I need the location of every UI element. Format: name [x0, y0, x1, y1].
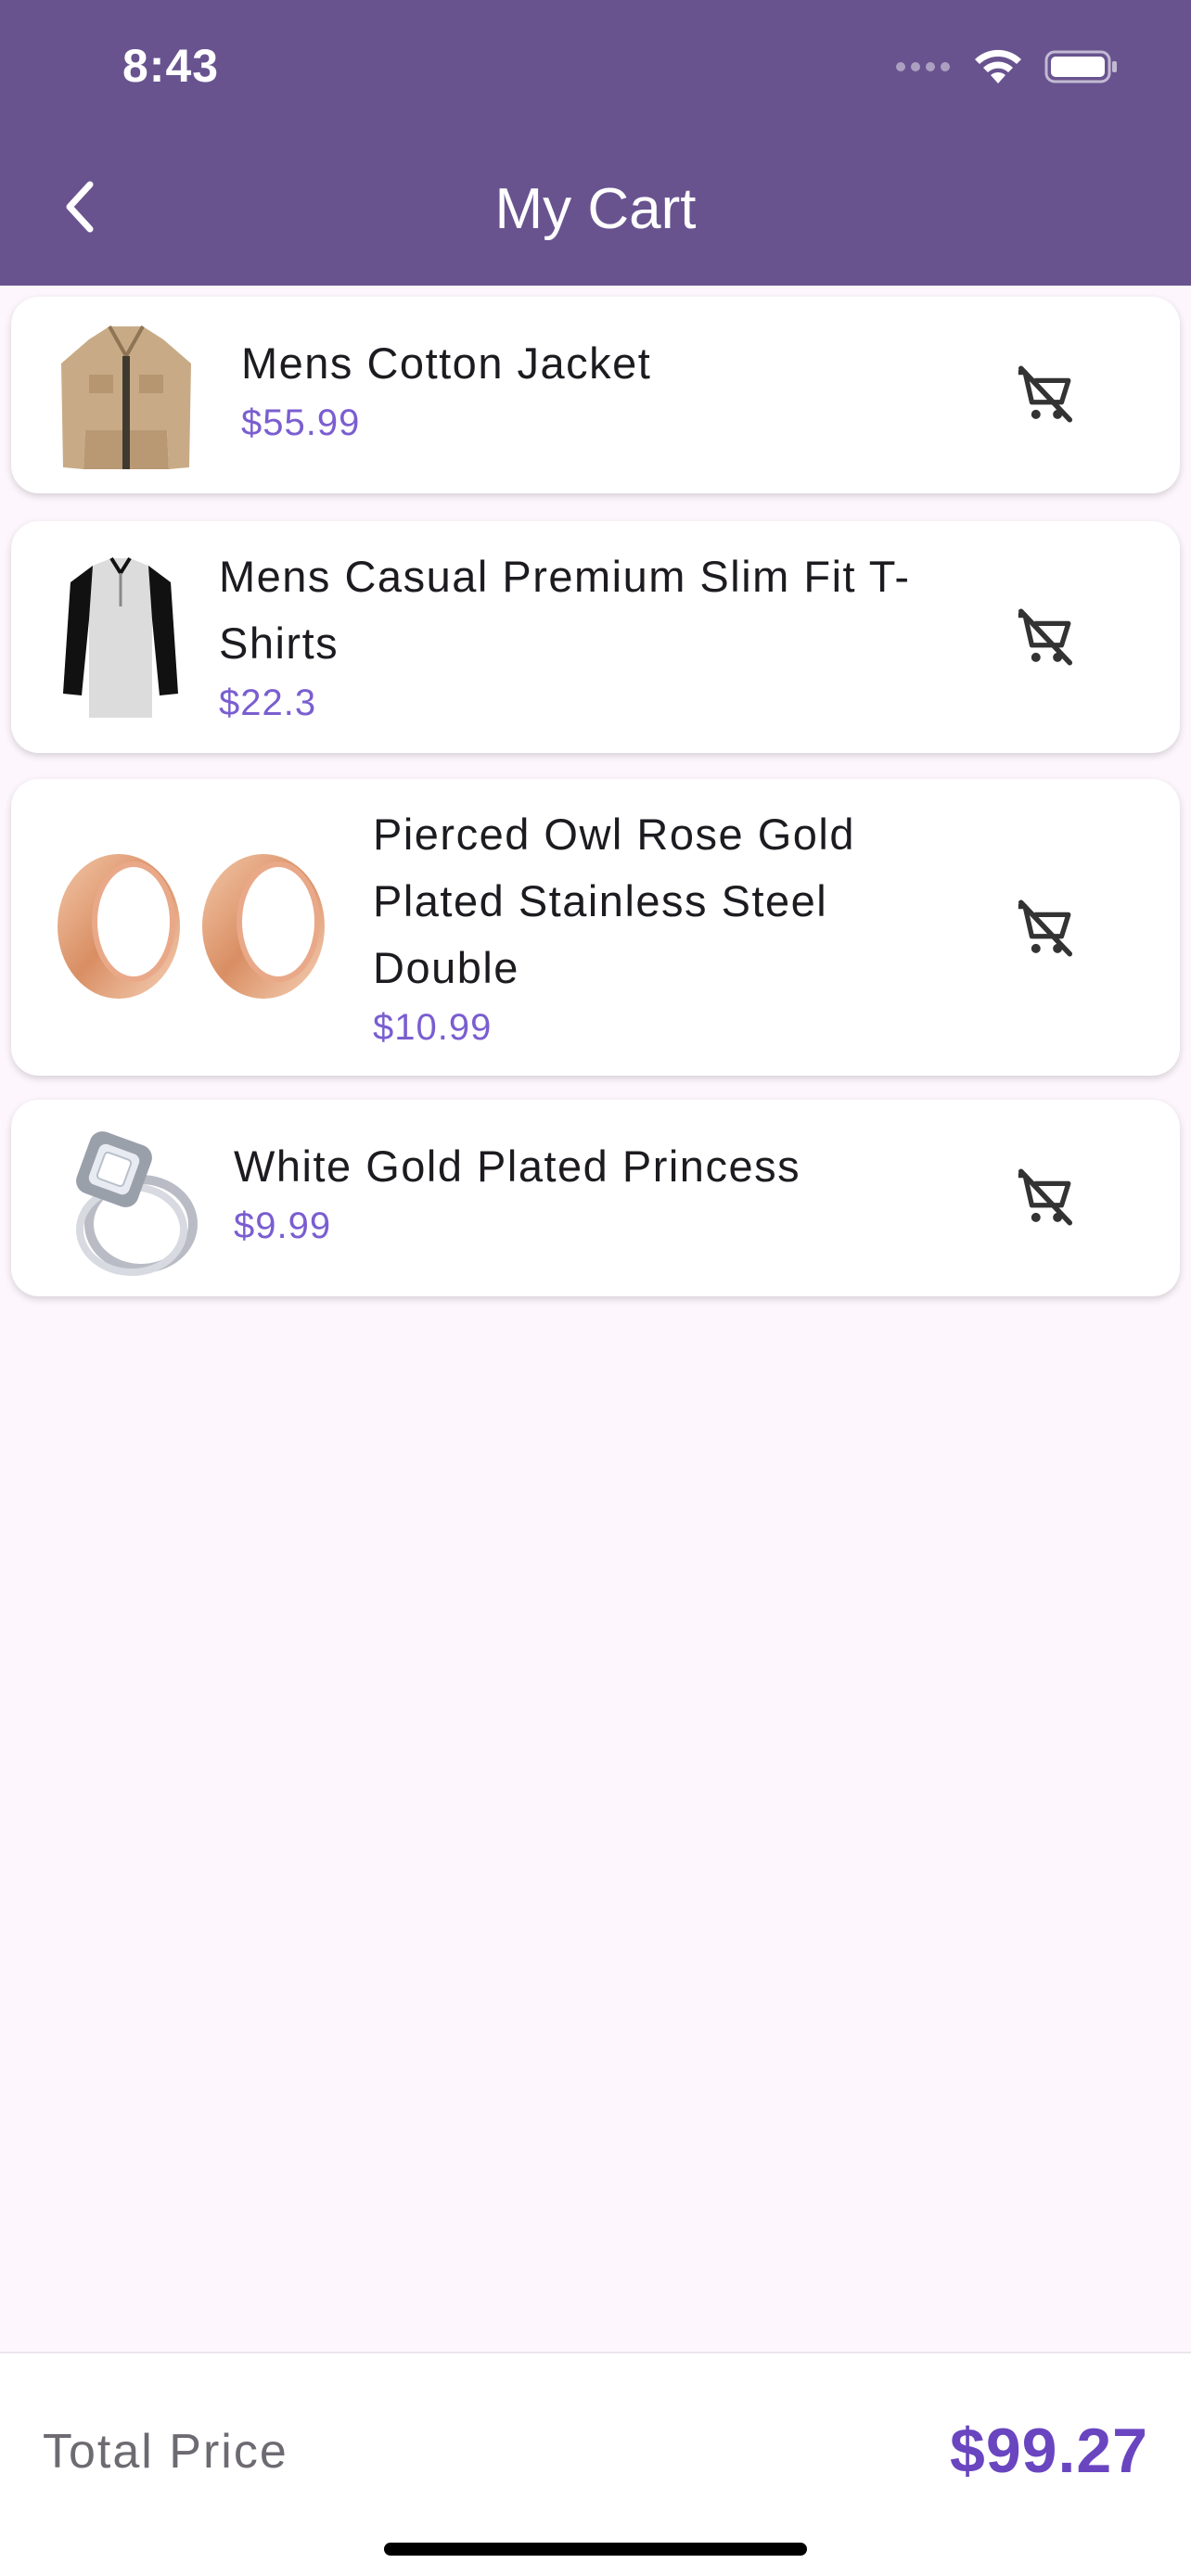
- remove-from-cart-button[interactable]: [1005, 354, 1085, 434]
- ring-image: [76, 1131, 198, 1276]
- item-name: Pierced Owl Rose Gold Plated Stainless S…: [373, 810, 855, 992]
- app-header: 8:43 My Cart: [0, 0, 1191, 286]
- cellular-signal-icon: [896, 62, 950, 71]
- item-name: Mens Casual Premium Slim Fit T-Shirts: [219, 552, 911, 668]
- remove-shopping-cart-icon: [1018, 899, 1073, 957]
- wifi-icon: [975, 49, 1021, 83]
- cart-item[interactable]: Pierced Owl Rose Gold Plated Stainless S…: [11, 779, 1180, 1076]
- remove-shopping-cart-icon: [1018, 608, 1073, 666]
- total-price-value: $99.27: [950, 2416, 1148, 2486]
- status-icons: [896, 46, 1119, 87]
- item-price: $22.3: [219, 682, 317, 723]
- item-price: $9.99: [234, 1205, 332, 1246]
- remove-from-cart-button[interactable]: [1005, 597, 1085, 677]
- total-price-label: Total Price: [43, 2425, 288, 2479]
- item-name: White Gold Plated Princess: [234, 1141, 801, 1191]
- home-indicator[interactable]: [384, 2543, 807, 2556]
- remove-shopping-cart-icon: [1018, 365, 1073, 423]
- cart-item[interactable]: Mens Casual Premium Slim Fit T-Shirts $2…: [11, 521, 1180, 753]
- tshirt-image: [63, 556, 178, 718]
- item-price: $55.99: [241, 402, 361, 443]
- rose-gold-plugs-image: [58, 854, 325, 999]
- page-title: My Cart: [494, 177, 697, 241]
- cart-item[interactable]: Mens Cotton Jacket $55.99: [11, 297, 1180, 493]
- battery-icon: [1044, 50, 1117, 83]
- item-price: $10.99: [373, 1007, 493, 1048]
- status-time: 8:43: [122, 40, 220, 92]
- remove-from-cart-button[interactable]: [1005, 888, 1085, 968]
- jacket-image: [61, 325, 191, 469]
- remove-shopping-cart-icon: [1018, 1168, 1073, 1226]
- item-name: Mens Cotton Jacket: [241, 338, 652, 388]
- cart-item[interactable]: White Gold Plated Princess $9.99: [11, 1100, 1180, 1296]
- remove-from-cart-button[interactable]: [1005, 1157, 1085, 1237]
